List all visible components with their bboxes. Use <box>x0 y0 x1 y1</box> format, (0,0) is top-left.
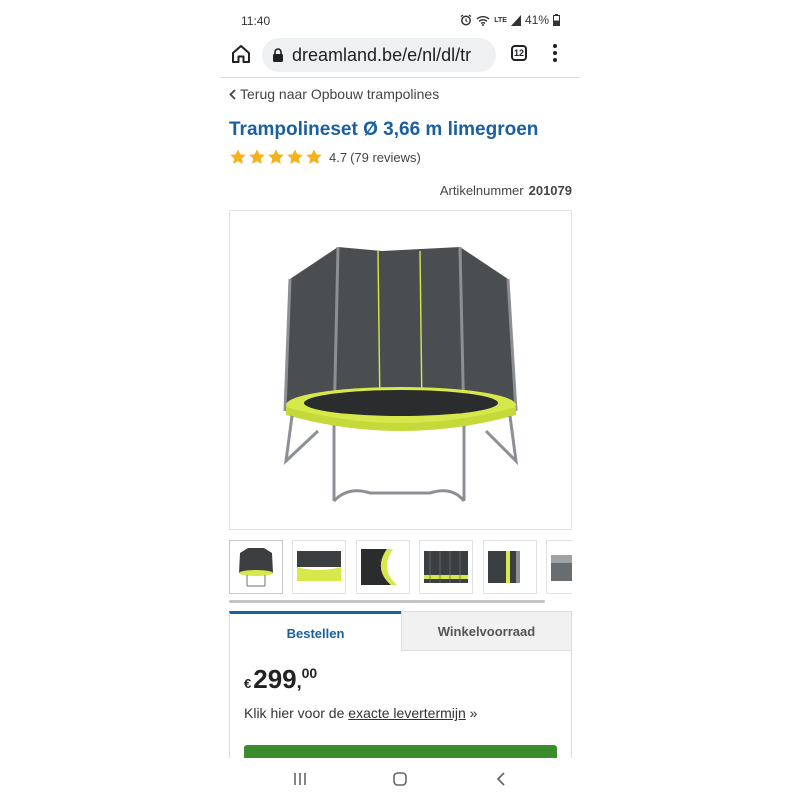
recent-apps-icon[interactable] <box>290 770 310 788</box>
status-time: 11:40 <box>241 14 271 28</box>
status-bar: 11:40 LTE 41% <box>220 0 580 40</box>
status-icons: LTE 41% <box>460 13 560 27</box>
price: € 299 , 00 <box>244 664 317 695</box>
home-icon[interactable] <box>230 43 252 65</box>
tab-bestellen[interactable]: Bestellen <box>229 611 401 652</box>
article-number: Artikelnummer 201079 <box>440 183 572 198</box>
star-icon <box>230 149 246 164</box>
product-title: Trampolineset Ø 3,66 m limegroen <box>229 119 539 140</box>
back-nav-icon[interactable] <box>492 770 512 788</box>
star-icon <box>268 149 284 164</box>
tabs-icon[interactable]: 12 <box>511 45 527 61</box>
thumbnail[interactable] <box>419 540 473 594</box>
thumbnail[interactable] <box>292 540 346 594</box>
star-icon <box>287 149 303 164</box>
thumbnail[interactable] <box>546 540 572 594</box>
thumbnail[interactable] <box>356 540 410 594</box>
thumbnail-scrollbar[interactable] <box>229 600 545 603</box>
thumbnail[interactable] <box>483 540 537 594</box>
back-link-label: Terug naar Opbouw trampolines <box>240 86 440 102</box>
star-icon <box>249 149 265 164</box>
price-cents: 00 <box>301 665 318 681</box>
network-type: LTE <box>494 16 507 24</box>
delivery-info: Klik hier voor de exacte levertermijn » <box>244 705 477 721</box>
signal-icon <box>510 14 521 26</box>
browser-toolbar: dreamland.be/e/nl/dl/tr 12 <box>220 36 580 76</box>
rating-text: 4.7 (79 reviews) <box>329 150 421 165</box>
chevron-left-icon <box>229 88 236 100</box>
article-value: 201079 <box>528 183 572 198</box>
price-main: 299 <box>253 664 297 694</box>
review-count: (79 reviews) <box>350 149 421 165</box>
rating-stars <box>229 148 323 166</box>
system-nav-bar <box>220 758 580 800</box>
alarm-icon <box>460 14 472 26</box>
url-text: dreamland.be/e/nl/dl/tr <box>292 44 472 65</box>
rating-value: 4.7 <box>329 149 348 165</box>
battery-icon <box>553 14 560 26</box>
lock-icon <box>273 48 283 62</box>
delivery-link[interactable]: exacte levertermijn <box>348 705 466 721</box>
article-label: Artikelnummer <box>439 183 524 198</box>
home-nav-icon[interactable] <box>390 770 410 788</box>
battery-percent: 41% <box>524 13 549 27</box>
delivery-suffix: » <box>469 705 478 721</box>
product-image[interactable] <box>229 210 572 530</box>
more-vert-icon[interactable] <box>550 44 560 64</box>
address-bar[interactable]: dreamland.be/e/nl/dl/tr <box>262 38 496 72</box>
toolbar-divider <box>220 77 580 78</box>
rating[interactable]: 4.7 (79 reviews) <box>229 148 421 166</box>
order-tabs: Bestellen Winkelvoorraad <box>229 611 572 652</box>
price-currency: € <box>244 676 252 691</box>
trampoline-image <box>283 246 519 503</box>
back-link[interactable]: Terug naar Opbouw trampolines <box>229 86 439 102</box>
wifi-icon <box>476 15 490 26</box>
tab-winkelvoorraad[interactable]: Winkelvoorraad <box>401 611 572 651</box>
delivery-prefix: Klik hier voor de <box>244 705 345 721</box>
phone-screen: 11:40 LTE 41% dreamland.be/e/nl/dl/tr 12… <box>220 0 580 800</box>
star-icon <box>306 149 322 164</box>
thumbnail-strip <box>229 540 572 596</box>
thumbnail[interactable] <box>229 540 283 594</box>
